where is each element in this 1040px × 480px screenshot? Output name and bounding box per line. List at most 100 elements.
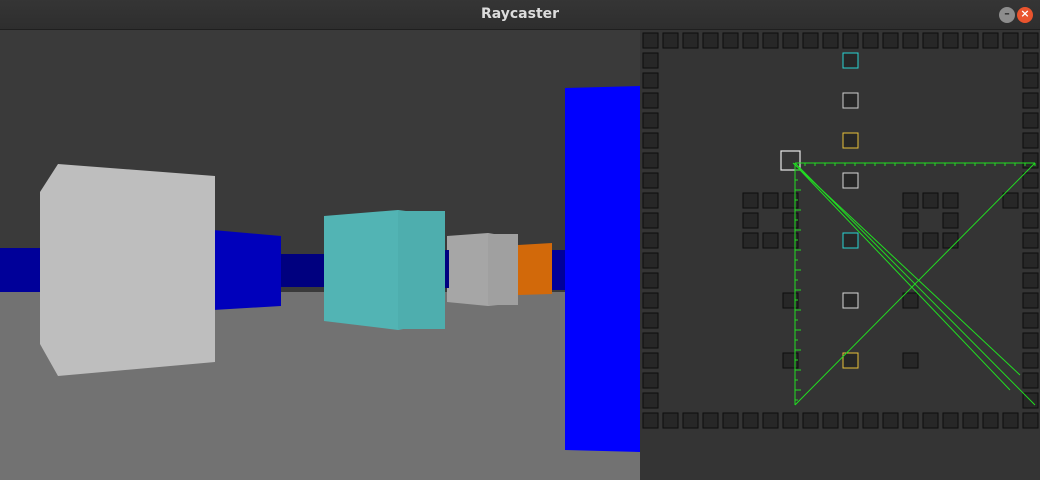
map-wall-tile	[862, 32, 879, 49]
map-colored-block	[842, 172, 859, 189]
map-wall-tile	[742, 192, 759, 209]
map-wall-tile	[902, 412, 919, 429]
map-wall-tile	[642, 392, 659, 409]
map-wall-tile	[642, 232, 659, 249]
map-wall-tile	[782, 32, 799, 49]
window-title: Raycaster	[480, 6, 560, 22]
map-wall-tile	[642, 52, 659, 69]
map-wall-tile	[1002, 32, 1019, 49]
map-wall-tile	[902, 32, 919, 49]
close-button[interactable]: ×	[1017, 7, 1033, 23]
map-wall-tile	[1022, 52, 1039, 69]
map-wall-tile	[642, 332, 659, 349]
map-wall-tile	[642, 132, 659, 149]
map-wall-tile	[962, 412, 979, 429]
map-wall-tile	[742, 32, 759, 49]
map-wall-tile	[642, 172, 659, 189]
map-wall-tile	[882, 32, 899, 49]
minimap-grid	[642, 32, 1039, 429]
map-wall-tile	[1022, 132, 1039, 149]
wall-blue-back	[280, 254, 326, 287]
map-wall-tile	[722, 412, 739, 429]
map-wall-tile	[942, 192, 959, 209]
wall-layer	[0, 86, 640, 452]
map-wall-tile	[942, 212, 959, 229]
map-wall-tile	[642, 212, 659, 229]
map-wall-tile	[642, 72, 659, 89]
minimize-icon: –	[1004, 7, 1010, 20]
map-wall-tile	[642, 312, 659, 329]
map-wall-tile	[682, 412, 699, 429]
map-wall-tile	[922, 232, 939, 249]
map-wall-tile	[922, 32, 939, 49]
map-wall-tile	[1022, 192, 1039, 209]
wall-orange-block	[518, 243, 552, 295]
map-wall-tile	[642, 272, 659, 289]
map-wall-tile	[942, 232, 959, 249]
map-wall-tile	[1022, 32, 1039, 49]
map-wall-tile	[642, 32, 659, 49]
map-wall-tile	[1022, 372, 1039, 389]
map-wall-tile	[642, 352, 659, 369]
map-wall-tile	[742, 232, 759, 249]
map-wall-tile	[1022, 252, 1039, 269]
map-wall-tile	[762, 232, 779, 249]
wall-blue-right-seg	[552, 250, 565, 290]
map-wall-tile	[962, 32, 979, 49]
map-wall-tile	[1022, 232, 1039, 249]
map-wall-tile	[1002, 192, 1019, 209]
map-wall-tile	[842, 412, 859, 429]
map-wall-tile	[982, 32, 999, 49]
map-wall-tile	[822, 412, 839, 429]
title-bar: Raycaster – ×	[0, 0, 1040, 30]
map-wall-tile	[1022, 332, 1039, 349]
map-wall-tile	[762, 32, 779, 49]
wall-blue-near	[565, 86, 640, 452]
map-wall-tile	[702, 32, 719, 49]
map-wall-tile	[1022, 352, 1039, 369]
wall-white-block	[40, 164, 215, 376]
map-wall-tile	[642, 372, 659, 389]
wall-blue-left	[0, 248, 42, 292]
map-wall-tile	[782, 412, 799, 429]
wall-cyan-face-shade	[398, 211, 445, 329]
map-wall-tile	[642, 192, 659, 209]
minimize-button[interactable]: –	[999, 7, 1015, 23]
map-wall-tile	[1002, 412, 1019, 429]
map-wall-tile	[902, 212, 919, 229]
map-wall-tile	[702, 412, 719, 429]
3d-view[interactable]	[0, 30, 640, 480]
map-wall-tile	[942, 412, 959, 429]
map-wall-tile	[802, 32, 819, 49]
map-wall-tile	[1022, 112, 1039, 129]
map-wall-tile	[762, 412, 779, 429]
map-colored-block	[842, 352, 859, 369]
map-wall-tile	[642, 92, 659, 109]
minimap	[640, 30, 1040, 480]
map-wall-tile	[642, 292, 659, 309]
map-wall-tile	[1022, 272, 1039, 289]
map-wall-tile	[642, 152, 659, 169]
map-colored-block	[842, 232, 859, 249]
map-wall-tile	[822, 32, 839, 49]
map-wall-tile	[1022, 412, 1039, 429]
map-colored-block	[842, 52, 859, 69]
map-wall-tile	[1022, 312, 1039, 329]
map-wall-tile	[642, 112, 659, 129]
map-wall-tile	[982, 412, 999, 429]
map-wall-tile	[1022, 72, 1039, 89]
map-wall-tile	[902, 292, 919, 309]
map-wall-tile	[1022, 92, 1039, 109]
map-wall-tile	[922, 412, 939, 429]
map-wall-tile	[682, 32, 699, 49]
map-wall-tile	[722, 32, 739, 49]
map-colored-block	[842, 92, 859, 109]
map-wall-tile	[642, 412, 659, 429]
raycaster-window: Raycaster – ×	[0, 0, 1040, 480]
map-wall-tile	[882, 412, 899, 429]
map-wall-tile	[742, 212, 759, 229]
close-icon: ×	[1020, 7, 1030, 20]
map-wall-tile	[642, 252, 659, 269]
map-wall-tile	[902, 232, 919, 249]
map-colored-block	[842, 132, 859, 149]
